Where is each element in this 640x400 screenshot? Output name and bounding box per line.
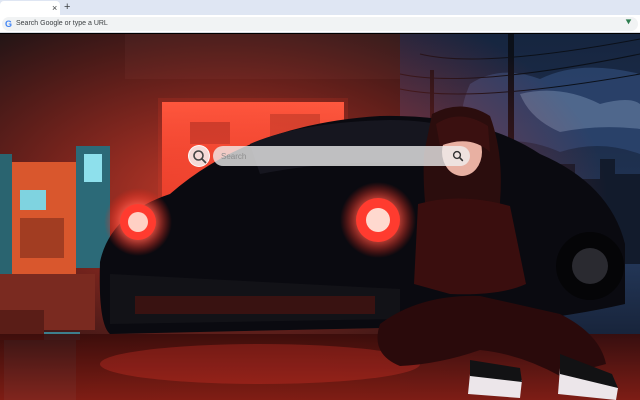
new-tab-button[interactable]: + xyxy=(64,1,70,13)
browser-toolbar: G Search Google or type a URL xyxy=(0,15,640,33)
tab-strip: × + xyxy=(0,0,640,15)
magnifier-button[interactable] xyxy=(188,145,210,167)
search-bar[interactable] xyxy=(213,146,470,166)
search-icon[interactable] xyxy=(451,149,465,163)
active-tab[interactable]: × xyxy=(0,1,60,15)
google-g-icon: G xyxy=(5,19,13,29)
magnifier-icon xyxy=(193,150,207,164)
search-input[interactable] xyxy=(221,146,441,166)
wallpaper-illustration xyxy=(0,34,640,400)
extension-icon[interactable] xyxy=(625,18,632,25)
omnibox-placeholder[interactable]: Search Google or type a URL xyxy=(16,18,108,30)
omnibox[interactable]: G Search Google or type a URL xyxy=(2,17,638,31)
tab-close-icon[interactable]: × xyxy=(52,2,57,14)
wallpaper xyxy=(0,34,640,400)
